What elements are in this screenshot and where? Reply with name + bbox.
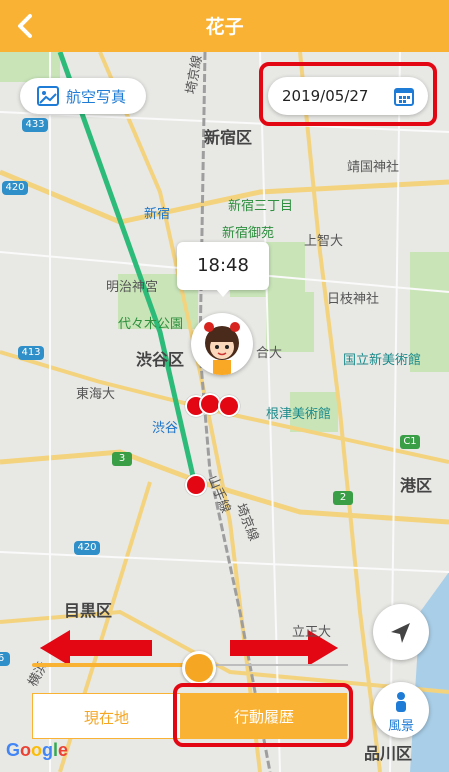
tab-current-location-label: 現在地 [83, 709, 129, 727]
map-label: 渋谷 [152, 421, 179, 436]
time-label: 18:48 [197, 255, 249, 276]
navigation-arrow-icon [391, 623, 410, 643]
location-marker[interactable] [185, 474, 207, 496]
time-slider-track[interactable] [32, 663, 197, 667]
highlight-box-history [173, 683, 353, 747]
road-shield: 2 [333, 491, 353, 505]
map-label: 靖国神社 [347, 160, 400, 175]
aerial-photo-button[interactable]: 航空写真 [20, 78, 146, 114]
road-shield: 6 [0, 652, 10, 666]
map-label: 新宿区 [204, 128, 253, 147]
aerial-photo-label: 航空写真 [66, 88, 127, 106]
map-label: 新宿御苑 [222, 226, 275, 241]
map-label: 目黒区 [64, 601, 113, 620]
road-shield: 420 [2, 181, 28, 195]
road-shield: 3 [112, 452, 132, 466]
map-label: 立正大 [292, 625, 332, 640]
map-label: 東海大 [76, 387, 116, 402]
map-label: 代々木公園 [118, 317, 184, 332]
road-shield: 433 [22, 118, 48, 132]
map-label: 上智大 [304, 234, 344, 249]
map-label: 合大 [256, 346, 283, 361]
app-header: 花子 [0, 0, 449, 52]
scenery-label: 風景 [387, 719, 414, 734]
location-marker[interactable] [218, 395, 240, 417]
tab-current-location[interactable]: 現在地 [32, 693, 181, 739]
image-icon [37, 86, 59, 106]
time-slider-track-rest[interactable] [196, 664, 348, 666]
map-label: 港区 [400, 476, 433, 495]
google-logo: Google [6, 740, 69, 760]
current-location-button[interactable] [373, 604, 429, 660]
map-label: 根津美術館 [266, 407, 332, 422]
map-label: 新宿 [144, 207, 171, 222]
map-label: 品川区 [364, 744, 413, 763]
highlight-box-date [259, 62, 437, 126]
user-avatar[interactable] [191, 313, 253, 375]
road-shield: 413 [18, 346, 44, 360]
map-label: 日枝神社 [327, 292, 380, 307]
page-title: 花子 [205, 16, 244, 38]
road-shield: 420 [74, 541, 100, 555]
map-label: 新宿三丁目 [228, 199, 294, 214]
map-label: 国立新美術館 [343, 353, 422, 368]
map-label: 明治神宮 [106, 280, 159, 295]
road-shield: C1 [400, 435, 420, 449]
map-label: 渋谷区 [136, 350, 185, 369]
time-bubble: 18:48 [177, 242, 269, 297]
bubble-tail [215, 288, 231, 297]
girl-avatar-icon [204, 322, 240, 375]
scenery-button[interactable]: 風景 [373, 682, 429, 738]
